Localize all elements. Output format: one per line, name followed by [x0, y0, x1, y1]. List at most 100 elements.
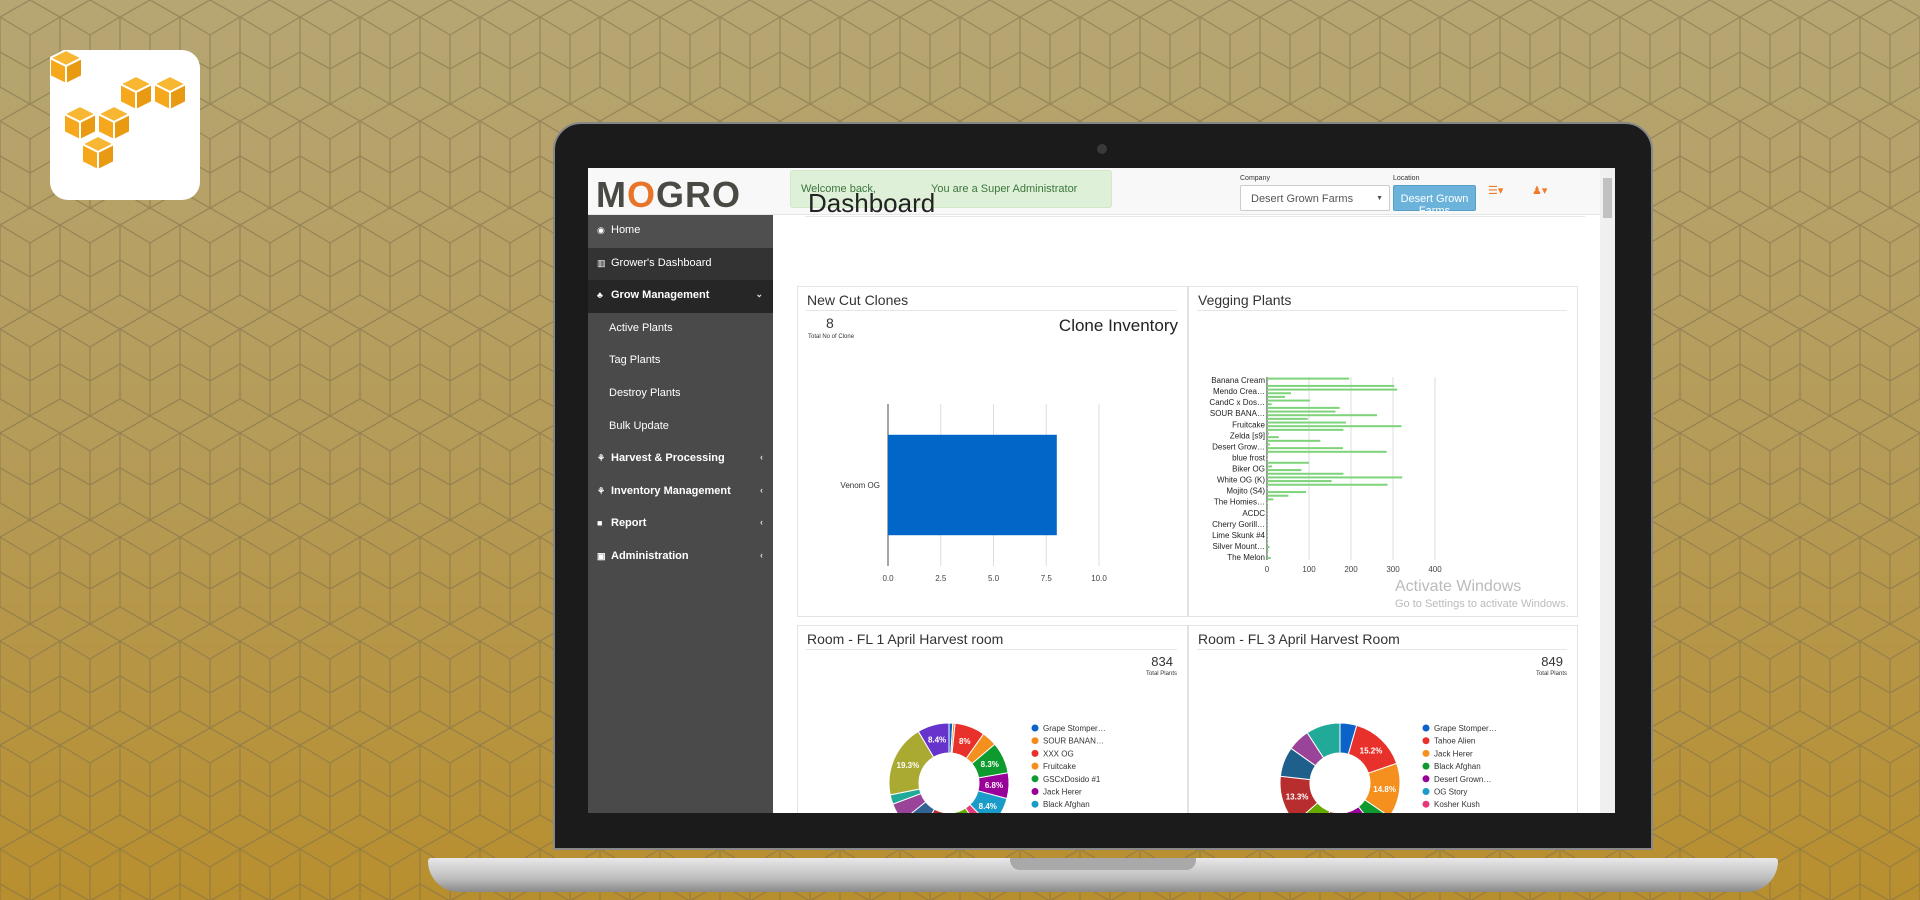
scrollbar-thumb[interactable]: [1603, 178, 1612, 218]
company-select[interactable]: Desert Grown Farms ▼: [1240, 185, 1390, 211]
bar: [1267, 553, 1268, 556]
sidebar-item-harvest-processing[interactable]: ⚘ Harvest & Processing ‹: [588, 443, 773, 476]
clone-inventory-chart: Clone Inventory 0.0 2.5 5.0 7.5 10.0 Venom OG: [840, 316, 1179, 583]
sidebar-item-inventory-management[interactable]: ⚘ Inventory Management ‹: [588, 476, 773, 509]
caret-down-icon: ▼: [1376, 195, 1383, 202]
webcam: [1097, 144, 1107, 154]
chevron-down-icon[interactable]: ⌄: [755, 289, 763, 300]
room-fl1-donut-chart: 8% 8.3% 6.8% 8.4% 19.3% 8.4% Grape Stomper… SOU…: [888, 722, 1106, 813]
chevron-left-icon[interactable]: ‹: [760, 517, 763, 527]
y-tick-label: Biker OG: [1232, 465, 1265, 474]
leaf-icon: ⚘: [597, 453, 606, 464]
legend-label: Tahoe Alien: [1434, 737, 1475, 746]
sidebar-item-label: Grow Management: [611, 289, 710, 302]
page-title: Dashboard: [808, 188, 936, 218]
legend-swatch: [1422, 737, 1430, 745]
bar: [1267, 545, 1270, 548]
sidebar-item-bulk-update[interactable]: Bulk Update: [588, 411, 773, 444]
sidebar-item-administration[interactable]: ▣ Administration ‹: [588, 541, 773, 574]
y-tick-label: CandC x Dos…: [1209, 398, 1265, 407]
slice-label: 8.4%: [928, 736, 946, 745]
list-icon[interactable]: ☰▾: [1488, 184, 1503, 197]
bar: [1267, 447, 1344, 450]
chart-title: Clone Inventory: [1059, 316, 1179, 335]
bar: [1267, 534, 1268, 537]
company-label: Company: [1240, 175, 1270, 182]
bar: [1267, 494, 1289, 497]
sidebar-item-grow-management[interactable]: ♣ Grow Management ⌄: [588, 280, 773, 313]
legend-swatch: [1422, 762, 1430, 770]
sidebar-item-label: Tag Plants: [609, 354, 661, 367]
x-tick-label: 0.0: [882, 574, 894, 583]
legend-label: GSCxDosido #1: [1043, 775, 1101, 784]
slice-label: 6.8%: [985, 781, 1003, 790]
bar: [1267, 381, 1268, 384]
legend-label: Jack Herer: [1043, 788, 1082, 797]
bar: [1267, 516, 1268, 519]
tree-icon: ♣: [597, 290, 603, 301]
bar: [1267, 428, 1344, 431]
legend-label: SOUR BANAN…: [1043, 737, 1104, 746]
y-tick-label: The Melon: [1227, 553, 1265, 562]
sidebar-item-destroy-plants[interactable]: Destroy Plants: [588, 378, 773, 411]
bar: [1267, 417, 1308, 420]
slice-label: 14.8%: [1373, 785, 1396, 794]
vegging-plants-card: Vegging Plants 0 100 200 300 400 Banana Cream…: [1188, 286, 1578, 617]
slice-label: 15.2%: [1360, 746, 1383, 755]
sidebar-item-home[interactable]: ◉ Home: [588, 215, 773, 248]
chevron-left-icon[interactable]: ‹: [760, 452, 763, 462]
bar: [1267, 432, 1270, 435]
scrollbar[interactable]: [1600, 168, 1615, 813]
legend-label: Grape Stomper…: [1043, 724, 1106, 733]
legend-swatch: [1422, 775, 1430, 783]
bar: [1267, 538, 1268, 541]
bar: [1267, 498, 1274, 501]
mogro-logo[interactable]: MOGRO: [596, 174, 741, 216]
chevron-left-icon[interactable]: ‹: [760, 485, 763, 495]
legend-swatch: [1422, 800, 1430, 808]
bar: [1267, 531, 1268, 534]
bar: [1267, 414, 1378, 417]
legend-label: Jack Herer: [1434, 749, 1473, 758]
y-tick-label: Lime Skunk #4: [1212, 531, 1265, 540]
bar: [1267, 480, 1332, 483]
bar: [1267, 399, 1310, 402]
bar: [1267, 483, 1388, 486]
legend-swatch: [1422, 724, 1430, 732]
bar: [1267, 491, 1307, 494]
bar: [1267, 458, 1268, 461]
leaf-icon: ⚘: [597, 485, 606, 496]
new-cut-clones-card: New Cut Clones 8 Total No of Clone Clone…: [797, 286, 1188, 617]
bar: [1267, 476, 1403, 479]
user-icon[interactable]: ♟▾: [1532, 184, 1547, 197]
top-header: MOGRO Welcome back, You are a Super Admi…: [588, 168, 1615, 217]
y-tick-label: ACDC: [1242, 509, 1265, 518]
legend-swatch: [1031, 762, 1039, 770]
x-tick-label: 0: [1265, 565, 1270, 574]
bar: [1267, 505, 1268, 508]
bar: [1267, 388, 1398, 391]
legend-swatch: [1031, 788, 1039, 795]
legend-swatch: [1031, 724, 1039, 732]
slice-label: 8%: [959, 737, 971, 746]
sidebar-item-label: Bulk Update: [609, 419, 669, 432]
legend-swatch: [1031, 749, 1039, 757]
dashboard-icon: ◉: [597, 225, 605, 235]
bar: [1267, 502, 1268, 505]
sidebar-item-label: Destroy Plants: [609, 386, 681, 399]
y-tick-label: Cherry Gorill…: [1212, 520, 1265, 529]
lock-icon: ▣: [597, 550, 606, 561]
bar: [1267, 403, 1272, 406]
bar: [1267, 469, 1302, 472]
bar: [1267, 513, 1268, 516]
bar: [1267, 439, 1321, 442]
sidebar-item-active-plants[interactable]: Active Plants: [588, 313, 773, 346]
sidebar-item-report[interactable]: ■ Report ‹: [588, 508, 773, 541]
chevron-left-icon[interactable]: ‹: [760, 550, 763, 560]
x-tick-label: 100: [1302, 565, 1316, 574]
slice-label: 8.3%: [981, 760, 999, 769]
y-tick-label: Mendo Crea…: [1213, 387, 1265, 396]
location-button[interactable]: Desert Grown Farms: [1393, 185, 1476, 217]
sidebar-item-grower-s-dashboard[interactable]: ▥ Grower's Dashboard: [588, 247, 773, 281]
sidebar-item-tag-plants[interactable]: Tag Plants: [588, 345, 773, 378]
